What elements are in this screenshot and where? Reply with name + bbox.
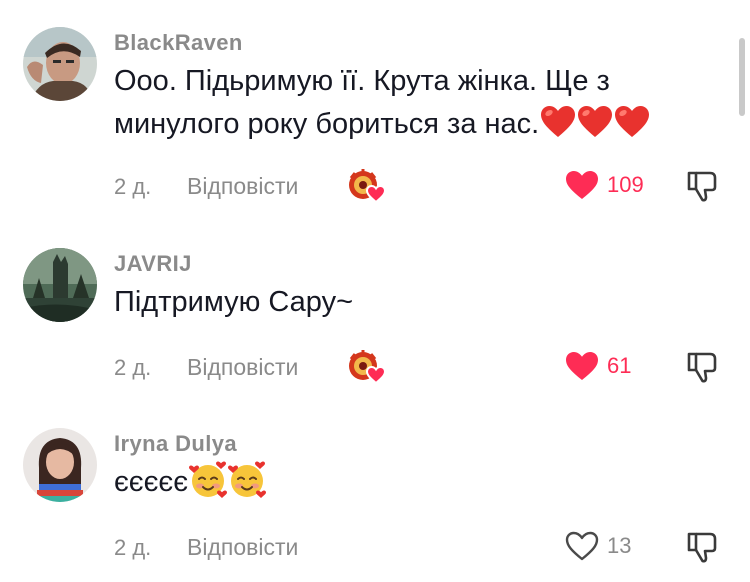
avatar[interactable]	[23, 428, 97, 502]
heart-filled-icon	[566, 171, 598, 199]
like-count: 61	[607, 353, 632, 378]
like-count: 13	[607, 533, 632, 558]
creator-liked-badge-icon[interactable]	[346, 168, 388, 204]
dislike-button[interactable]	[686, 169, 718, 203]
dislike-button[interactable]	[686, 530, 718, 564]
comment-text: Підтримую Сару~	[114, 281, 714, 324]
comment-body: Ооо. Підьримую її. Крута жінка. Ще з мин…	[114, 65, 610, 140]
comment-body: Підтримую Сару~	[114, 286, 354, 318]
thumbs-down-icon	[687, 532, 717, 563]
like-button[interactable]: 109	[565, 167, 644, 203]
heart-outline-icon	[565, 531, 599, 561]
comment-time: 2 д.	[114, 355, 152, 380]
avatar[interactable]	[23, 27, 97, 101]
username[interactable]: BlackRaven	[114, 30, 243, 56]
thumbs-down-icon	[687, 171, 717, 202]
like-count: 109	[607, 172, 644, 197]
username[interactable]: JAVRIJ	[114, 251, 192, 277]
like-button[interactable]: 61	[565, 348, 631, 384]
creator-liked-badge-icon[interactable]	[346, 349, 388, 385]
avatar[interactable]	[23, 248, 97, 322]
reply-button[interactable]: Відповісти	[187, 173, 298, 200]
comment-item: BlackRaven Ооо. Підьримую її. Крута жінк…	[0, 27, 740, 217]
reply-button[interactable]: Відповісти	[187, 354, 298, 381]
like-button[interactable]: 13	[565, 528, 631, 564]
comment-body: єєєєє	[114, 466, 188, 498]
comment-item: JAVRIJ Підтримую Сару~ 2 д. Відповісти 6…	[0, 248, 740, 398]
red-heart-icon	[577, 105, 613, 139]
comment-time: 2 д.	[114, 535, 152, 560]
heart-filled-icon	[566, 352, 598, 380]
comment-text: Ооо. Підьримую її. Крута жінка. Ще з мин…	[114, 60, 714, 146]
smiling-face-with-hearts-icon	[228, 461, 266, 499]
dislike-button[interactable]	[686, 350, 718, 384]
username[interactable]: Iryna Dulya	[114, 431, 237, 457]
comment-time: 2 д.	[114, 174, 152, 199]
red-heart-icon	[614, 105, 650, 139]
thumbs-down-icon	[687, 352, 717, 383]
reply-button[interactable]: Відповісти	[187, 534, 298, 561]
smiling-face-with-hearts-icon	[189, 461, 227, 499]
comment-item: Iryna Dulya єєєєє 2 д. Відповісти 13	[0, 428, 740, 578]
red-heart-icon	[540, 105, 576, 139]
comment-text: єєєєє	[114, 461, 714, 504]
